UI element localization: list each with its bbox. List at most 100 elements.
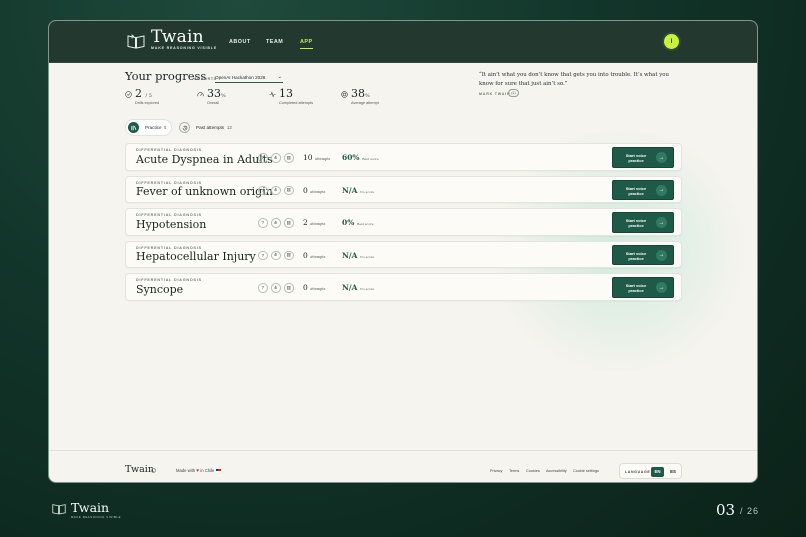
info-icon[interactable]: ? xyxy=(258,185,268,195)
drill-card: DIFFERENTIAL DIAGNOSIS Hepatocellular In… xyxy=(125,240,682,268)
footer-link-cookies[interactable]: Cookies xyxy=(526,469,540,473)
stat-value: 13 xyxy=(279,87,293,100)
app-window: Twain MAKE REASONING VISIBLE ABOUT TEAM … xyxy=(48,20,758,483)
tab-practice-count: 5 xyxy=(164,125,167,130)
stat-label: Overall xyxy=(207,101,220,105)
network-icon[interactable]: ⋔ xyxy=(271,153,281,163)
drill-category: DIFFERENTIAL DIAGNOSIS xyxy=(136,213,202,217)
stat-label: Drills explored xyxy=(135,101,160,105)
arrow-right-icon: → xyxy=(656,217,667,228)
start-voice-practice-button[interactable]: Start voice practice → xyxy=(612,212,674,233)
footer-divider xyxy=(49,450,757,451)
heart-icon: ♥ xyxy=(196,468,200,474)
tab-past-attempts[interactable]: Past attempts 13 xyxy=(179,120,239,135)
network-icon[interactable]: ⋔ xyxy=(271,283,281,293)
arrow-right-icon: → xyxy=(656,152,667,163)
refresh-quote-button[interactable]: (1) xyxy=(508,89,519,97)
network-icon[interactable]: ⋔ xyxy=(271,218,281,228)
gauge-icon xyxy=(197,92,204,97)
language-switcher: LANGUAGE EN ES xyxy=(619,463,682,479)
start-button-label: Start voice practice xyxy=(625,283,647,293)
drill-card: DIFFERENTIAL DIAGNOSIS Hypotension ? ⋔ ▥… xyxy=(125,208,682,236)
start-button-label: Start voice practice xyxy=(625,185,647,196)
tab-practice-label: Practice xyxy=(145,125,162,130)
made-with-text: Made with ♥ in Chile xyxy=(176,468,221,474)
drill-score: N/A No score xyxy=(342,185,375,195)
footer-brand-icon xyxy=(151,468,156,473)
footer-brand[interactable]: Twain xyxy=(125,464,154,475)
start-voice-practice-button[interactable]: Start voice practice → xyxy=(612,179,674,200)
cohort-value: OpenAI Hackathon 2026 xyxy=(215,75,266,80)
footer-link-accessibility[interactable]: Accessibility xyxy=(546,469,567,473)
drill-list: DIFFERENTIAL DIAGNOSIS Acute Dyspnea in … xyxy=(125,143,682,306)
chevron-down-icon: ⌄ xyxy=(277,74,282,80)
info-icon[interactable]: ? xyxy=(258,283,268,293)
nav-team[interactable]: TEAM xyxy=(266,39,283,45)
language-en-button[interactable]: EN xyxy=(651,466,664,477)
quote-author: MARK TWAIN xyxy=(479,92,511,96)
chart-icon[interactable]: ▥ xyxy=(284,283,294,293)
drill-attempts: 10 attempts xyxy=(303,153,331,162)
activity-icon xyxy=(269,91,276,98)
tab-practice[interactable]: Practice 5 xyxy=(126,120,171,135)
start-voice-practice-button[interactable]: Start voice practice → xyxy=(612,277,674,298)
top-navigation-bar: Twain MAKE REASONING VISIBLE ABOUT TEAM … xyxy=(49,21,757,63)
nav-about[interactable]: ABOUT xyxy=(229,39,251,45)
slide-tagline: MAKE REASONING VISIBLE xyxy=(71,515,122,519)
info-icon[interactable]: ? xyxy=(258,153,268,163)
open-book-logo-icon xyxy=(127,34,145,49)
drill-attempts: 2 attempts xyxy=(303,218,326,227)
slide-brand: Twain xyxy=(71,500,110,515)
drill-category: DIFFERENTIAL DIAGNOSIS xyxy=(136,180,202,185)
history-icon xyxy=(179,122,190,133)
info-icon[interactable]: ? xyxy=(258,250,268,260)
info-icon[interactable]: ? xyxy=(258,218,268,228)
chart-icon[interactable]: ▥ xyxy=(284,185,294,195)
network-icon[interactable]: ⋔ xyxy=(271,185,281,195)
chart-icon[interactable]: ▥ xyxy=(284,153,294,163)
chart-icon[interactable]: ▥ xyxy=(284,218,294,228)
slide-page-number: 03 xyxy=(716,501,736,519)
check-circle-icon xyxy=(125,91,132,98)
chart-icon[interactable]: ▥ xyxy=(284,250,294,260)
drill-name: Hepatocellular Injury xyxy=(136,250,256,263)
brand-name[interactable]: Twain xyxy=(151,27,204,47)
drill-attempts: 0 attempts xyxy=(303,250,326,260)
drill-score: 0% Best score xyxy=(342,218,374,227)
stat-label: Completed attempts xyxy=(279,101,313,105)
open-book-logo-icon xyxy=(52,504,66,515)
arrow-right-icon: → xyxy=(656,249,667,261)
network-icon[interactable]: ⋔ xyxy=(271,250,281,260)
stat-value: 38% xyxy=(351,87,370,100)
slide-page-total: / 26 xyxy=(740,506,760,516)
drill-attempts: 0 attempts xyxy=(303,185,326,195)
language-es-button[interactable]: ES xyxy=(667,467,679,477)
footer-link-cookie-settings[interactable]: Cookie settings xyxy=(573,469,599,473)
start-button-label: Start voice practice xyxy=(625,153,647,163)
stat-label: Average attempt xyxy=(351,101,379,105)
start-voice-practice-button[interactable]: Start voice practice → xyxy=(612,244,674,265)
footer-link-privacy[interactable]: Privacy xyxy=(490,469,502,473)
stat-value: 33% xyxy=(207,87,226,100)
drill-name: Hypotension xyxy=(136,217,207,231)
drill-card: DIFFERENTIAL DIAGNOSIS Syncope ? ⋔ ▥ 0 a… xyxy=(125,273,682,301)
drill-score: N/A No score xyxy=(342,250,375,260)
target-icon xyxy=(341,91,348,98)
drill-card: DIFFERENTIAL DIAGNOSIS Acute Dyspnea in … xyxy=(125,143,682,171)
start-voice-practice-button[interactable]: Start voice practice → xyxy=(612,147,674,168)
footer-link-terms[interactable]: Terms xyxy=(509,469,519,473)
chile-flag-icon xyxy=(215,469,221,473)
twain-quote: “It ain’t what you don’t know that gets … xyxy=(479,72,669,87)
drill-category: DIFFERENTIAL DIAGNOSIS xyxy=(136,245,202,250)
tab-past-count: 13 xyxy=(227,125,232,130)
drill-attempts: 0 attempts xyxy=(303,283,326,292)
start-button-label: Start voice practice xyxy=(625,218,647,228)
tab-past-label: Past attempts xyxy=(196,125,225,130)
drill-name: Syncope xyxy=(136,282,184,296)
language-label: LANGUAGE xyxy=(625,469,651,474)
user-avatar[interactable]: I xyxy=(664,34,679,49)
cohort-label: COHORTS xyxy=(194,77,217,81)
cohort-select[interactable]: OpenAI Hackathon 2026 ⌄ xyxy=(215,74,283,83)
nav-app[interactable]: APP xyxy=(300,39,313,49)
arrow-right-icon: → xyxy=(656,282,667,293)
